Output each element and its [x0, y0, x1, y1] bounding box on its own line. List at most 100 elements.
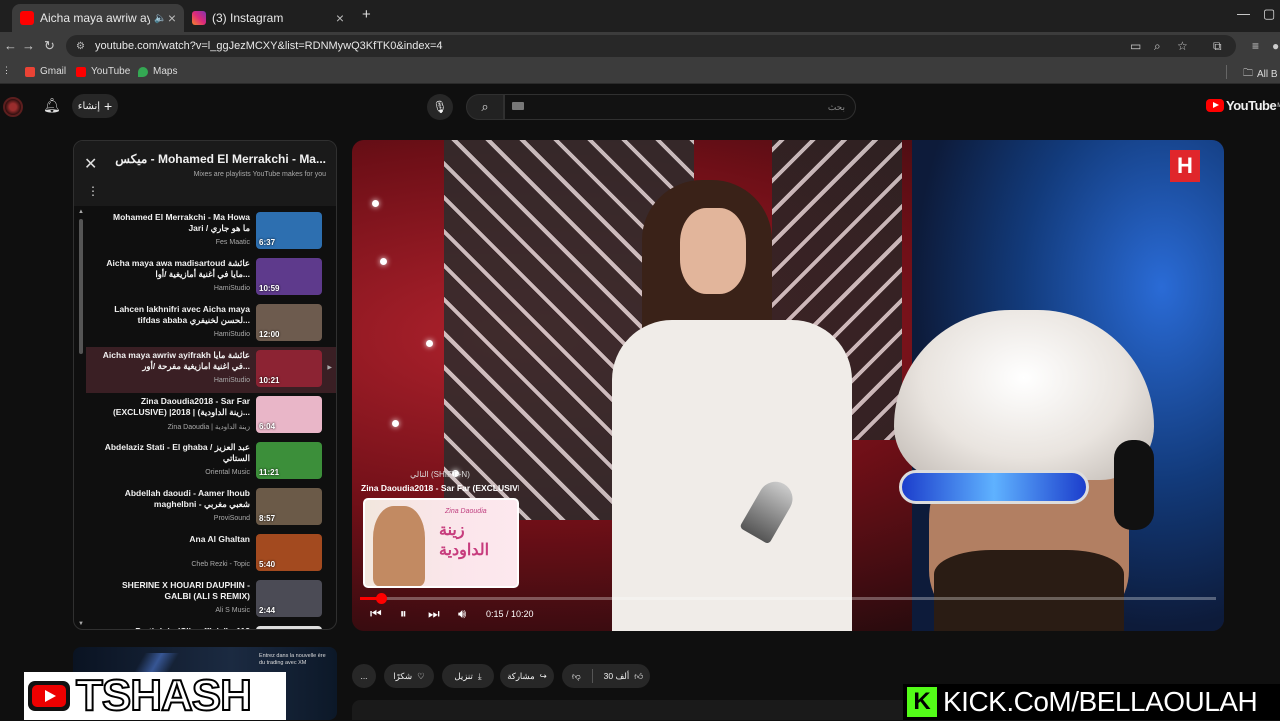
- thanks-button[interactable]: شكرًا ♡: [384, 664, 434, 688]
- apps-icon[interactable]: ⋮: [2, 65, 11, 76]
- playlist-item-title: Ana Al Ghaltan: [189, 534, 250, 544]
- playlist-item[interactable]: 10:59 Aicha maya awa madisartoud عائشة ما…: [86, 255, 336, 301]
- sparkle: [380, 258, 387, 265]
- scroll-up-icon[interactable]: ▲: [78, 209, 84, 215]
- playlist-scrollbar[interactable]: ▲ ▼: [78, 209, 84, 629]
- dislike-icon[interactable]: 👎︎: [572, 671, 581, 682]
- description-box[interactable]: [352, 700, 912, 720]
- more-label: ...: [360, 671, 368, 681]
- browser-tab-bar: Aicha maya awriw ayifrakh 🔈 × (3) Instag…: [0, 0, 1280, 32]
- search-input[interactable]: بحث: [504, 94, 856, 120]
- like-icon[interactable]: 👍︎: [634, 671, 643, 682]
- playlist-item[interactable]: 10:21 Aicha maya awriw ayifrakh عائشة ماي…: [86, 347, 336, 393]
- playlist-item[interactable]: 6:04 Zina Daoudia2018 - Sar Far (EXCLUSIV…: [86, 393, 336, 439]
- maximize-icon[interactable]: ▢: [1263, 6, 1275, 22]
- new-tab-button[interactable]: +: [362, 6, 371, 23]
- playlist-item-title: SHERINE X HOUARI DAUPHIN - GALBI (ALI S …: [122, 580, 250, 601]
- playlist-item[interactable]: 12:00 Lahcen lakhnifri avec Aicha maya ti…: [86, 301, 336, 347]
- share-button[interactable]: مشاركة ↪: [500, 664, 554, 688]
- sparkle: [372, 200, 379, 207]
- playlist-item-thumbnail: 11:21: [256, 442, 322, 479]
- close-icon[interactable]: ✕: [84, 154, 97, 174]
- progress-scrubber[interactable]: [375, 593, 387, 604]
- next-video-preview[interactable]: التالي (SHIFT+N) Zina Daoudia2018 - Sar …: [361, 470, 519, 590]
- playlist-item[interactable]: 2:44 SHERINE X HOUARI DAUPHIN - GALBI (AL…: [86, 577, 336, 623]
- youtube-logo[interactable]: YouTube MA: [1206, 98, 1280, 113]
- playlist-item[interactable]: Partir loin (Clip officiel) - 113: [86, 623, 336, 629]
- thanks-icon: ♡: [417, 670, 425, 681]
- scroll-down-icon[interactable]: ▼: [78, 621, 84, 627]
- profile-icon[interactable]: ●: [1272, 39, 1279, 53]
- url-text[interactable]: youtube.com/watch?v=l_ggJezMCXY&list=RDN…: [95, 40, 443, 52]
- previous-icon[interactable]: ⏮: [370, 606, 382, 622]
- playlist-item[interactable]: 6:37 Mohamed El Merrakchi - Ma Howa Jari …: [86, 209, 336, 255]
- time-display: 0:15 / 10:20: [486, 609, 534, 619]
- playlist-item-thumbnail: [256, 626, 322, 629]
- tshash-overlay: TSHASH: [24, 670, 286, 721]
- playlist-item-duration: 10:59: [259, 284, 280, 293]
- forward-icon[interactable]: →: [22, 38, 35, 53]
- playlist-item[interactable]: 8:57 Abdellah daoudi - Aamer lhoub maghel…: [86, 485, 336, 531]
- reload-icon[interactable]: ↻: [44, 38, 55, 54]
- playlist-item-title: Partir loin (Clip officiel) - 113: [100, 626, 250, 629]
- bookmark-gmail[interactable]: Gmail: [25, 66, 66, 77]
- kick-overlay: K KICK.CoM/BELLAOULAH: [903, 684, 1280, 720]
- playlist-item[interactable]: 5:40 Ana Al Ghaltan Cheb Rezki - Topic: [86, 531, 336, 577]
- bookmark-maps[interactable]: Maps: [138, 66, 177, 77]
- thumbnail-arabic: زينة الداودية: [439, 522, 490, 559]
- extensions-icon[interactable]: ⧉: [1213, 39, 1222, 54]
- singer-dress: [612, 320, 852, 631]
- playlist-item-thumbnail: 10:21: [256, 350, 322, 387]
- share-label: مشاركة: [507, 670, 535, 681]
- youtube-play-logo-icon: [1206, 99, 1224, 112]
- playlist-item-thumbnail: 6:37: [256, 212, 322, 249]
- playlist-item[interactable]: 11:21 Abdelaziz Stati - El ghaba / عبد ال…: [86, 439, 336, 485]
- bookmark-label: Gmail: [40, 66, 67, 77]
- search-button[interactable]: ⌕: [466, 94, 504, 120]
- tab-youtube[interactable]: Aicha maya awriw ayifrakh 🔈 ×: [12, 4, 184, 32]
- download-button[interactable]: تنزيل ⤓: [442, 664, 494, 688]
- all-bookmarks[interactable]: 🗀 All B: [1243, 66, 1278, 83]
- channel-watermark-icon: H: [1170, 150, 1200, 182]
- voice-search-mic-icon[interactable]: 🎙︎: [427, 94, 453, 120]
- notifications-bell-icon[interactable]: 🔔︎: [43, 97, 61, 114]
- zoom-icon[interactable]: ⌕: [1154, 39, 1161, 54]
- close-tab-icon[interactable]: ×: [336, 10, 344, 26]
- youtube-favicon-icon: [20, 11, 34, 25]
- star-icon[interactable]: ☆: [1177, 39, 1188, 53]
- playlist-item-title: Zina Daoudia2018 - Sar Far (EXCLUSIVE) |…: [112, 396, 250, 417]
- playlist-item-duration: 2:44: [259, 606, 276, 615]
- volume-icon[interactable]: 🔊︎: [458, 606, 466, 622]
- streamer-sunglasses: [899, 470, 1089, 504]
- streamer-headset: [1114, 440, 1154, 530]
- bookmark-youtube[interactable]: YouTube: [76, 66, 130, 77]
- close-tab-icon[interactable]: ×: [168, 10, 176, 26]
- next-video-thumbnail: Zina Daoudia زينة الداودية: [363, 498, 519, 588]
- playlist-item-duration: 12:00: [259, 330, 280, 339]
- progress-bar[interactable]: [360, 593, 1216, 604]
- create-label: إنشاء: [77, 100, 101, 112]
- playlist-item-thumbnail: 2:44: [256, 580, 322, 617]
- speaker-icon[interactable]: 🔈: [154, 13, 166, 24]
- playlist-title[interactable]: ميكس - Mohamed El Merrakchi - Ma...: [115, 152, 326, 166]
- bookmark-label: YouTube: [91, 66, 131, 77]
- keyboard-icon[interactable]: [512, 102, 524, 110]
- more-vert-icon[interactable]: ⋮: [87, 184, 99, 198]
- minimize-icon[interactable]: —: [1237, 6, 1250, 21]
- playlist-item-channel: HamiStudio: [213, 331, 250, 338]
- more-actions-button[interactable]: ...: [352, 664, 376, 688]
- reading-list-icon[interactable]: ≡: [1252, 39, 1259, 53]
- cast-icon[interactable]: ▭: [1130, 39, 1141, 53]
- back-icon[interactable]: ←: [4, 38, 17, 53]
- youtube-overlay-icon: [28, 681, 70, 711]
- create-button[interactable]: إنشاء +: [72, 94, 118, 118]
- scroll-thumb[interactable]: [79, 219, 83, 354]
- site-info-icon[interactable]: ⚙: [76, 41, 85, 52]
- tab-label: (3) Instagram: [212, 11, 284, 25]
- tab-instagram[interactable]: (3) Instagram ×: [184, 4, 352, 32]
- next-icon[interactable]: ⏭: [428, 606, 440, 622]
- avatar[interactable]: [3, 97, 23, 117]
- pause-icon[interactable]: ⏸: [400, 606, 407, 622]
- playlist-item-channel: Oriental Music: [205, 469, 250, 476]
- omnibox[interactable]: ⚙ youtube.com/watch?v=l_ggJezMCXY&list=R…: [66, 35, 1236, 57]
